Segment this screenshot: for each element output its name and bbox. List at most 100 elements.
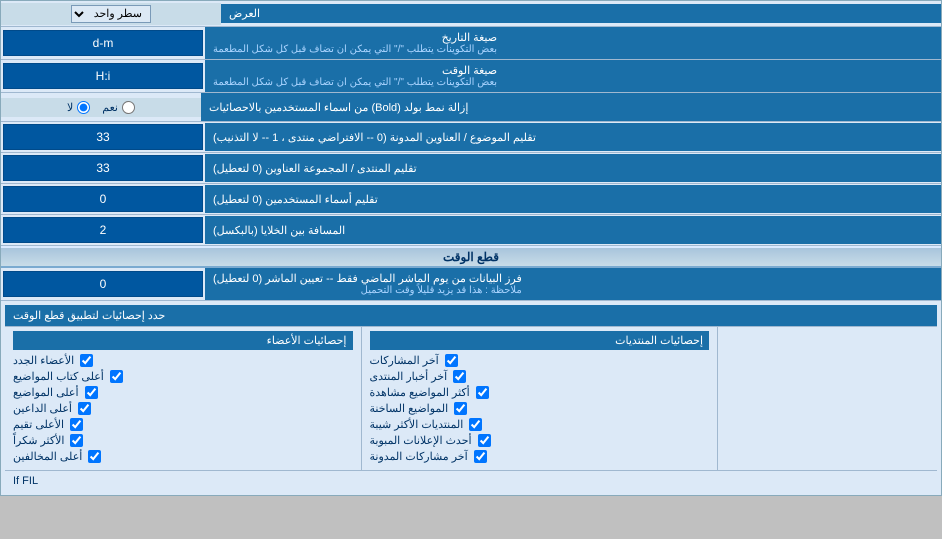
time-format-title: صيغة الوقت bbox=[213, 64, 497, 77]
hot-topics-text: المواضيع الساخنة bbox=[370, 403, 449, 415]
participations-stats-col: إحصائيات المنتديات آخر المشاركات آخر أخب… bbox=[361, 327, 718, 470]
checkbox-most-thankful[interactable]: الأكثر شكراً bbox=[13, 434, 353, 447]
checkbox-most-viewed-label[interactable]: أكثر المواضيع مشاهدة bbox=[370, 386, 470, 399]
top-topics-text: أعلى المواضيع bbox=[13, 387, 79, 399]
member-stats-col: إحصائيات الأعضاء الأعضاء الجدد أعلى كتاب… bbox=[5, 327, 361, 470]
checkbox-top-topic-writers[interactable]: أعلى كتاب المواضيع bbox=[13, 370, 353, 383]
checkbox-top-topics-label[interactable]: أعلى المواضيع bbox=[13, 386, 79, 399]
checkbox-top-topic-writers-label[interactable]: أعلى كتاب المواضيع bbox=[13, 370, 104, 383]
radio-yes-label[interactable]: نعم bbox=[102, 101, 135, 114]
cell-spacing-input-container[interactable] bbox=[3, 217, 203, 243]
checkbox-top-inviters-label[interactable]: أعلى الداعين bbox=[13, 402, 72, 415]
checkbox-most-thankful-label[interactable]: الأكثر شكراً bbox=[13, 434, 64, 447]
bold-remove-title: إزالة نمط بولد (Bold) من اسماء المستخدمي… bbox=[209, 101, 468, 114]
if-fil-text: If FIL bbox=[5, 470, 937, 491]
new-members-text: الأعضاء الجدد bbox=[13, 355, 74, 367]
checkbox-forum-news-input[interactable] bbox=[453, 370, 466, 383]
checkbox-forum-news[interactable]: آخر أخبار المنتدى bbox=[370, 370, 710, 383]
realtime-section-header: قطع الوقت bbox=[1, 246, 941, 268]
if-fil-label: If FIL bbox=[13, 475, 38, 487]
realtime-filter-input[interactable] bbox=[10, 275, 196, 293]
top-topic-writers-text: أعلى كتاب المواضيع bbox=[13, 371, 104, 383]
checkbox-most-popular-forums-label[interactable]: المنتديات الأكثر شيبة bbox=[370, 418, 464, 431]
radio-yes-input[interactable] bbox=[122, 101, 135, 114]
topic-trim-input-container[interactable] bbox=[3, 124, 203, 150]
checkbox-top-topics-input[interactable] bbox=[85, 386, 98, 399]
radio-no-text: لا bbox=[67, 101, 73, 114]
time-format-sublabel: بعض التكوينات يتطلب "/" التي يمكن ان تضا… bbox=[213, 77, 497, 88]
checkbox-forum-news-label[interactable]: آخر أخبار المنتدى bbox=[370, 370, 448, 383]
checkbox-blog-posts-label[interactable]: آخر مشاركات المدونة bbox=[370, 450, 468, 463]
username-trim-title: تقليم أسماء المستخدمين (0 لتعطيل) bbox=[213, 193, 378, 206]
date-format-sublabel: بعض التكوينات يتطلب "/" التي يمكن ان تضا… bbox=[213, 44, 497, 55]
date-format-title: صيغة التاريخ bbox=[213, 31, 497, 44]
classified-ads-text: أحدث الإعلانات المبوبة bbox=[370, 435, 472, 447]
forum-trim-label: تقليم المنتدى / المجموعة العناوين (0 لتع… bbox=[205, 154, 941, 182]
checkbox-classified-ads-label[interactable]: أحدث الإعلانات المبوبة bbox=[370, 434, 472, 447]
radio-no-label[interactable]: لا bbox=[67, 101, 90, 114]
username-trim-label: تقليم أسماء المستخدمين (0 لتعطيل) bbox=[205, 185, 941, 213]
checkbox-new-members[interactable]: الأعضاء الجدد bbox=[13, 354, 353, 367]
checkbox-top-rated[interactable]: الأعلى تقيم bbox=[13, 418, 353, 431]
checkbox-top-topic-writers-input[interactable] bbox=[110, 370, 123, 383]
checkbox-most-popular-forums-input[interactable] bbox=[469, 418, 482, 431]
date-format-label: صيغة التاريخ بعض التكوينات يتطلب "/" الت… bbox=[205, 27, 941, 59]
topic-trim-label: تقليم الموضوع / العناوين المدونة (0 -- ا… bbox=[205, 123, 941, 151]
realtime-filter-title: فرز البيانات من يوم الماشر الماضي فقط --… bbox=[213, 272, 522, 285]
realtime-filter-note: ملاحظة : هذا قد يزيد قليلاً وقت التحميل bbox=[213, 285, 522, 296]
checkbox-most-thankful-input[interactable] bbox=[70, 434, 83, 447]
forum-trim-input-container[interactable] bbox=[3, 155, 203, 181]
checkbox-classified-ads[interactable]: أحدث الإعلانات المبوبة bbox=[370, 434, 710, 447]
date-format-input[interactable] bbox=[10, 34, 196, 52]
lines-select[interactable]: سطر واحد سطران ثلاثة أسطر bbox=[71, 5, 151, 23]
cell-spacing-input[interactable] bbox=[10, 221, 196, 239]
checkbox-top-rated-label[interactable]: الأعلى تقيم bbox=[13, 418, 64, 431]
username-trim-input[interactable] bbox=[10, 190, 196, 208]
checkbox-top-topics[interactable]: أعلى المواضيع bbox=[13, 386, 353, 399]
checkbox-last-posts[interactable]: آخر المشاركات bbox=[370, 354, 710, 367]
top-violators-text: أعلى المخالفين bbox=[13, 451, 82, 463]
checkbox-hot-topics[interactable]: المواضيع الساخنة bbox=[370, 402, 710, 415]
cell-spacing-title: المسافة بين الخلايا (بالبكسل) bbox=[213, 224, 345, 237]
checkbox-blog-posts[interactable]: آخر مشاركات المدونة bbox=[370, 450, 710, 463]
bold-remove-label: إزالة نمط بولد (Bold) من اسماء المستخدمي… bbox=[201, 93, 941, 121]
empty-right-col: placeholder bbox=[717, 327, 937, 470]
topic-trim-input[interactable] bbox=[10, 128, 196, 146]
member-stats-header: إحصائيات الأعضاء bbox=[13, 331, 353, 350]
checkbox-top-violators-label[interactable]: أعلى المخالفين bbox=[13, 450, 82, 463]
checkbox-last-posts-label[interactable]: آخر المشاركات bbox=[370, 354, 439, 367]
checkbox-hot-topics-label[interactable]: المواضيع الساخنة bbox=[370, 402, 449, 415]
realtime-filter-input-container[interactable] bbox=[3, 271, 203, 297]
checkbox-top-violators-input[interactable] bbox=[88, 450, 101, 463]
member-stats-header-text: إحصائيات الأعضاء bbox=[267, 335, 347, 347]
display-title-text: العرض bbox=[229, 7, 260, 20]
most-popular-forums-text: المنتديات الأكثر شيبة bbox=[370, 419, 464, 431]
checkbox-blog-posts-input[interactable] bbox=[474, 450, 487, 463]
top-rated-text: الأعلى تقيم bbox=[13, 419, 64, 431]
forum-news-text: آخر أخبار المنتدى bbox=[370, 371, 448, 383]
checkbox-top-violators[interactable]: أعلى المخالفين bbox=[13, 450, 353, 463]
date-format-input-container[interactable] bbox=[3, 30, 203, 56]
checkbox-most-popular-forums[interactable]: المنتديات الأكثر شيبة bbox=[370, 418, 710, 431]
checkbox-top-rated-input[interactable] bbox=[70, 418, 83, 431]
time-format-input[interactable] bbox=[10, 67, 196, 85]
most-viewed-text: أكثر المواضيع مشاهدة bbox=[370, 387, 470, 399]
checkbox-most-viewed[interactable]: أكثر المواضيع مشاهدة bbox=[370, 386, 710, 399]
checkbox-top-inviters-input[interactable] bbox=[78, 402, 91, 415]
checkbox-classified-ads-input[interactable] bbox=[478, 434, 491, 447]
checkbox-top-inviters[interactable]: أعلى الداعين bbox=[13, 402, 353, 415]
checkbox-new-members-label[interactable]: الأعضاء الجدد bbox=[13, 354, 74, 367]
stats-limit-text: حدد إحصائيات لتطبيق قطع الوقت bbox=[13, 309, 165, 322]
lines-select-area[interactable]: سطر واحد سطران ثلاثة أسطر bbox=[1, 3, 221, 25]
checkbox-most-viewed-input[interactable] bbox=[476, 386, 489, 399]
radio-no-input[interactable] bbox=[77, 101, 90, 114]
username-trim-input-container[interactable] bbox=[3, 186, 203, 212]
radio-yes-text: نعم bbox=[102, 101, 118, 114]
checkbox-last-posts-input[interactable] bbox=[445, 354, 458, 367]
time-format-input-container[interactable] bbox=[3, 63, 203, 89]
forum-trim-input[interactable] bbox=[10, 159, 196, 177]
checkbox-hot-topics-input[interactable] bbox=[454, 402, 467, 415]
most-thankful-text: الأكثر شكراً bbox=[13, 435, 64, 447]
checkbox-new-members-input[interactable] bbox=[80, 354, 93, 367]
topic-trim-title: تقليم الموضوع / العناوين المدونة (0 -- ا… bbox=[213, 131, 536, 144]
